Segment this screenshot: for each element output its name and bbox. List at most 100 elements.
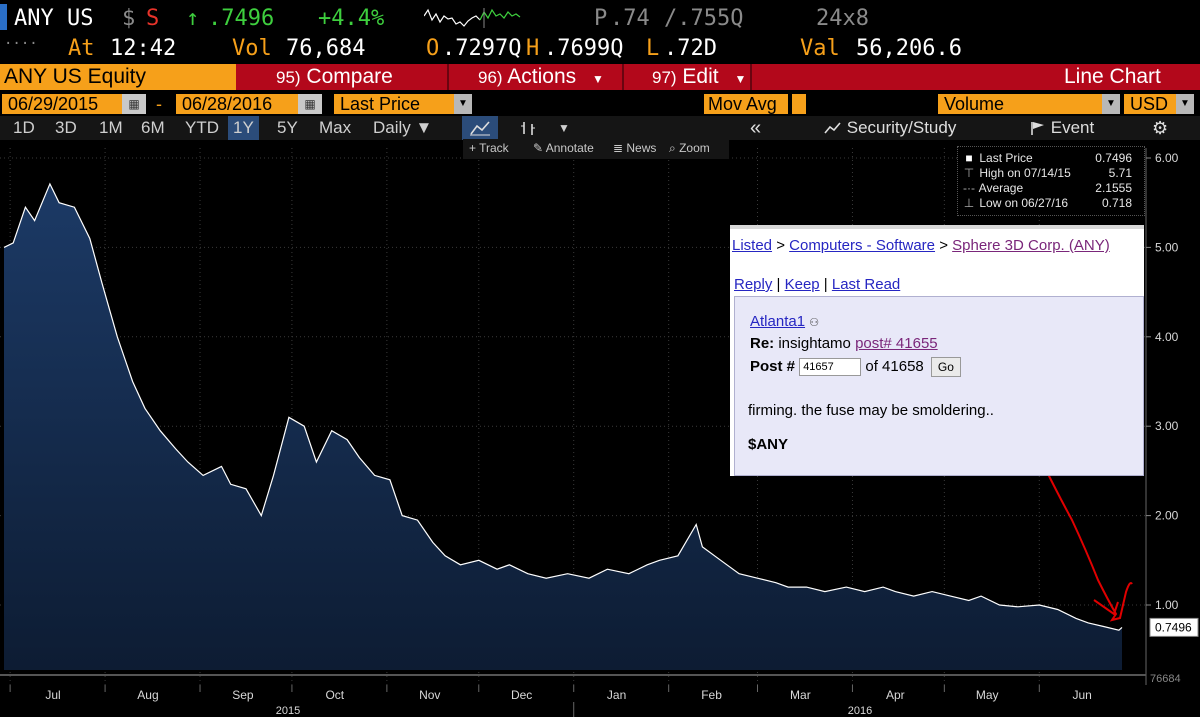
volume-select[interactable]: Volume: [938, 94, 1102, 114]
price-point[interactable]: [805, 585, 809, 589]
range-max-button[interactable]: Max: [314, 116, 356, 140]
price-point[interactable]: [930, 590, 934, 594]
price-point[interactable]: [302, 424, 306, 428]
price-point[interactable]: [544, 576, 548, 580]
price-point[interactable]: [33, 219, 37, 223]
price-point[interactable]: [627, 572, 631, 576]
range-1d-button[interactable]: 1D: [8, 116, 40, 140]
line-chart-icon[interactable]: [462, 116, 498, 140]
annotate-button[interactable]: ✎ Annotate: [533, 141, 594, 155]
price-point[interactable]: [1120, 625, 1124, 629]
calendar-icon[interactable]: ▦: [122, 94, 146, 114]
field-select[interactable]: Last Price: [334, 94, 454, 114]
price-point[interactable]: [1074, 616, 1078, 620]
price-point[interactable]: [48, 182, 52, 186]
price-point[interactable]: [605, 567, 609, 571]
price-point[interactable]: [373, 473, 377, 477]
price-point[interactable]: [948, 594, 952, 598]
price-point[interactable]: [186, 460, 190, 464]
price-point[interactable]: [143, 406, 147, 410]
price-point[interactable]: [400, 514, 404, 518]
compare-button[interactable]: 95) Compare: [276, 64, 393, 90]
price-point[interactable]: [443, 554, 447, 558]
price-point[interactable]: [272, 473, 276, 477]
price-point[interactable]: [244, 487, 248, 491]
breadcrumb-company-link[interactable]: Sphere 3D Corp. (ANY): [952, 237, 1110, 254]
actions-button[interactable]: 96) Actions ▼: [478, 64, 604, 90]
price-point[interactable]: [967, 599, 971, 603]
price-point[interactable]: [774, 581, 778, 585]
calendar-icon[interactable]: ▦: [298, 94, 322, 114]
caret-down-icon[interactable]: ▼: [454, 94, 472, 114]
track-button[interactable]: + Track: [469, 141, 509, 155]
price-point[interactable]: [314, 460, 318, 464]
price-point[interactable]: [388, 478, 392, 482]
price-point[interactable]: [587, 576, 591, 580]
security-study-button[interactable]: Security/Study: [824, 116, 956, 140]
price-point[interactable]: [1086, 621, 1090, 625]
price-point[interactable]: [158, 429, 162, 433]
price-point[interactable]: [72, 205, 76, 209]
price-point[interactable]: [458, 563, 462, 567]
price-point[interactable]: [131, 380, 135, 384]
price-point[interactable]: [881, 585, 885, 589]
price-point[interactable]: [863, 590, 867, 594]
gear-icon[interactable]: ⚙: [1152, 116, 1168, 140]
price-point[interactable]: [979, 594, 983, 598]
event-button[interactable]: Event: [1030, 116, 1094, 140]
range-3d-button[interactable]: 3D: [50, 116, 82, 140]
price-point[interactable]: [1016, 605, 1020, 609]
end-date-field[interactable]: 06/28/2016: [176, 94, 298, 114]
price-point[interactable]: [507, 563, 511, 567]
price-point[interactable]: [115, 335, 119, 339]
mov-avg-select[interactable]: Mov Avg: [704, 94, 788, 114]
price-point[interactable]: [1056, 607, 1060, 611]
price-point[interactable]: [566, 572, 570, 576]
price-point[interactable]: [657, 558, 661, 562]
breadcrumb-category-link[interactable]: Computers - Software: [789, 237, 935, 254]
price-point[interactable]: [287, 415, 291, 419]
price-point[interactable]: [201, 473, 205, 477]
price-point[interactable]: [719, 558, 723, 562]
range-5y-button[interactable]: 5Y: [272, 116, 303, 140]
price-point[interactable]: [229, 482, 233, 486]
price-point[interactable]: [11, 241, 15, 245]
range-ytd-button[interactable]: YTD: [180, 116, 224, 140]
price-point[interactable]: [823, 590, 827, 594]
caret-down-icon[interactable]: ▼: [1102, 94, 1120, 114]
price-point[interactable]: [700, 545, 704, 549]
news-button[interactable]: ≣ News: [613, 141, 656, 155]
price-point[interactable]: [676, 554, 680, 558]
price-point[interactable]: [645, 563, 649, 567]
price-point[interactable]: [2, 245, 6, 249]
price-point[interactable]: [477, 558, 481, 562]
price-point[interactable]: [893, 590, 897, 594]
price-point[interactable]: [345, 438, 349, 442]
range-1y-button[interactable]: 1Y: [228, 116, 259, 140]
price-point[interactable]: [330, 429, 334, 433]
price-point[interactable]: [526, 572, 530, 576]
price-point[interactable]: [57, 201, 61, 205]
price-point[interactable]: [1037, 603, 1041, 607]
price-point[interactable]: [756, 576, 760, 580]
price-point[interactable]: [259, 514, 263, 518]
price-point[interactable]: [23, 205, 27, 209]
price-point[interactable]: [786, 585, 790, 589]
chart-style-caret-icon[interactable]: ▼: [550, 116, 578, 140]
collapse-back-button[interactable]: «: [750, 116, 761, 140]
currency-select[interactable]: USD: [1124, 94, 1176, 114]
price-point[interactable]: [88, 236, 92, 240]
go-button[interactable]: Go: [930, 357, 961, 377]
price-point[interactable]: [431, 540, 435, 544]
price-point[interactable]: [219, 464, 223, 468]
post-number-input[interactable]: 41657: [799, 358, 862, 376]
zoom-button[interactable]: ⌕ Zoom: [669, 141, 710, 156]
price-point[interactable]: [844, 585, 848, 589]
price-point[interactable]: [912, 594, 916, 598]
price-point[interactable]: [997, 603, 1001, 607]
ticker-symbol[interactable]: ANY US: [14, 6, 93, 31]
price-point[interactable]: [495, 567, 499, 571]
price-point[interactable]: [1117, 628, 1121, 632]
price-point[interactable]: [694, 523, 698, 527]
range-1m-button[interactable]: 1M: [94, 116, 128, 140]
